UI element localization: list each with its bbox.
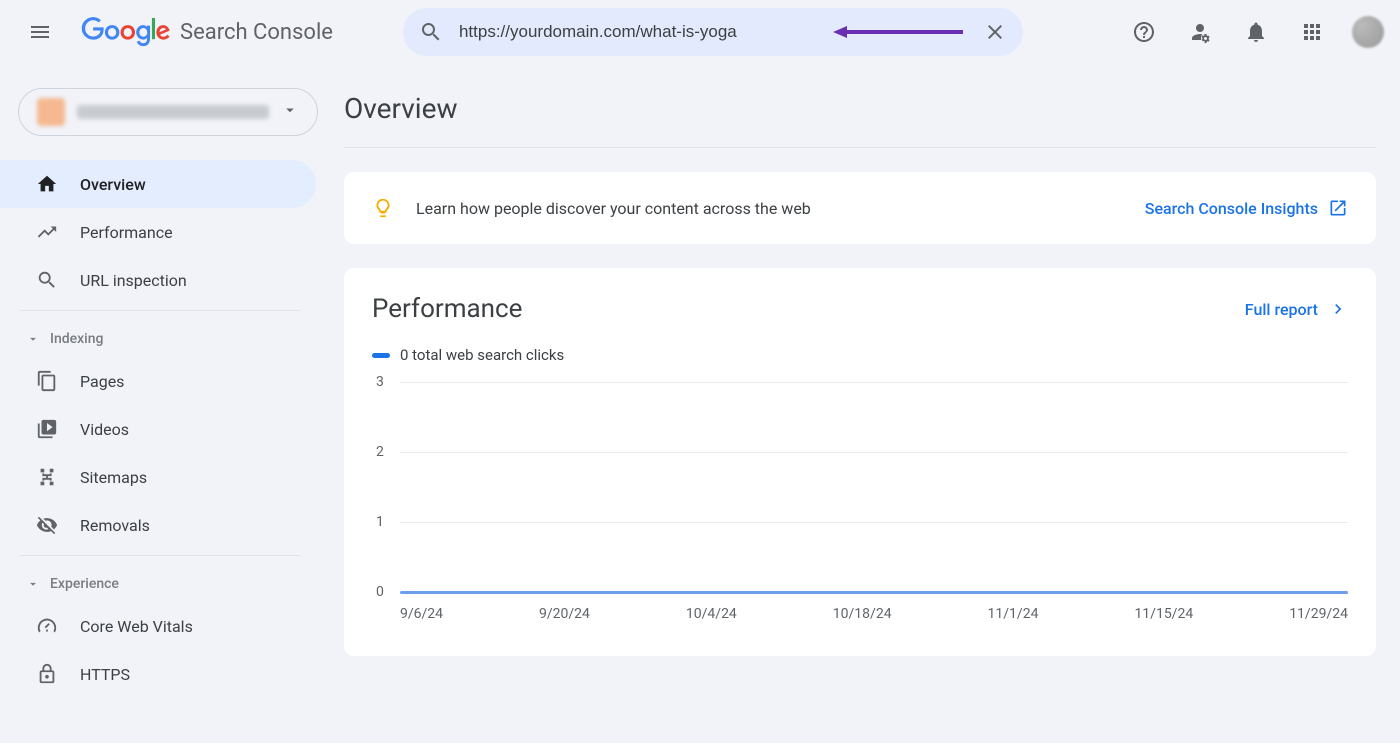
insights-text: Learn how people discover your content a… <box>416 199 811 218</box>
nav-label: URL inspection <box>80 271 187 290</box>
notifications-button[interactable] <box>1232 8 1280 56</box>
performance-card: Performance Full report 0 total web sear… <box>344 268 1376 656</box>
chart-y-tick: 2 <box>376 444 384 460</box>
property-favicon <box>37 98 65 126</box>
performance-chart: 0123 9/6/249/20/2410/4/2410/18/2411/1/24… <box>372 382 1348 622</box>
nav-removals[interactable]: Removals <box>0 501 316 549</box>
chart-x-tick: 11/29/24 <box>1289 606 1348 622</box>
gauge-icon <box>36 615 58 637</box>
chart-legend: 0 total web search clicks <box>372 346 1348 364</box>
chevron-down-icon <box>26 332 40 346</box>
chevron-down-icon <box>26 577 40 591</box>
nav-url-inspection[interactable]: URL inspection <box>0 256 316 304</box>
link-label: Search Console Insights <box>1145 199 1318 218</box>
nav-label: Pages <box>80 372 124 391</box>
chart-data-line <box>400 591 1348 594</box>
nav-sitemaps[interactable]: Sitemaps <box>0 453 316 501</box>
lock-icon <box>36 663 58 685</box>
legend-text: 0 total web search clicks <box>400 346 564 364</box>
chart-y-tick: 3 <box>376 374 384 390</box>
nav-overview[interactable]: Overview <box>0 160 316 208</box>
open-in-new-icon <box>1328 198 1348 218</box>
nav-label: Videos <box>80 420 129 439</box>
app-logo: Search Console <box>80 17 333 47</box>
app-name: Search Console <box>180 20 333 45</box>
chart-x-tick: 9/6/24 <box>400 606 443 622</box>
google-apps-button[interactable] <box>1288 8 1336 56</box>
nav-label: Core Web Vitals <box>80 617 193 636</box>
chart-x-tick: 9/20/24 <box>539 606 590 622</box>
user-settings-button[interactable] <box>1176 8 1224 56</box>
nav-label: HTTPS <box>80 665 130 684</box>
link-label: Full report <box>1245 300 1318 319</box>
divider <box>20 310 300 311</box>
full-report-link[interactable]: Full report <box>1245 299 1348 319</box>
chevron-right-icon <box>1328 299 1348 319</box>
profile-avatar[interactable] <box>1352 16 1384 48</box>
chart-x-tick: 10/18/24 <box>833 606 892 622</box>
insights-card: Learn how people discover your content a… <box>344 172 1376 244</box>
divider <box>20 555 300 556</box>
nav-label: Removals <box>80 516 150 535</box>
search-icon <box>419 20 443 44</box>
pages-icon <box>36 370 58 392</box>
nav-section-experience[interactable]: Experience <box>0 562 320 602</box>
home-icon <box>36 173 58 195</box>
chart-x-tick: 11/15/24 <box>1134 606 1193 622</box>
chevron-down-icon <box>281 101 299 123</box>
legend-swatch <box>372 353 390 358</box>
search-console-insights-link[interactable]: Search Console Insights <box>1145 198 1348 218</box>
section-label: Experience <box>50 576 119 592</box>
page-title: Overview <box>344 92 1376 148</box>
nav-label: Sitemaps <box>80 468 147 487</box>
nav-videos[interactable]: Videos <box>0 405 316 453</box>
hamburger-menu-button[interactable] <box>16 8 64 56</box>
visibility-off-icon <box>36 514 58 536</box>
nav-performance[interactable]: Performance <box>0 208 316 256</box>
property-name-redacted <box>77 105 269 119</box>
nav-label: Performance <box>80 223 173 242</box>
user-settings-icon <box>1188 20 1212 44</box>
url-search-input[interactable] <box>459 22 967 42</box>
apps-grid-icon <box>1300 20 1324 44</box>
nav-pages[interactable]: Pages <box>0 357 316 405</box>
hamburger-icon <box>28 20 52 44</box>
property-selector[interactable] <box>18 88 318 136</box>
google-logo-icon <box>80 17 172 47</box>
url-search-bar[interactable] <box>403 8 1023 56</box>
clear-search-button[interactable] <box>983 20 1007 44</box>
chart-y-tick: 0 <box>376 584 384 600</box>
nav-label: Overview <box>80 175 146 194</box>
section-label: Indexing <box>50 331 103 347</box>
video-icon <box>36 418 58 440</box>
chart-x-axis: 9/6/24 9/20/24 10/4/24 10/18/24 11/1/24 11/15… <box>400 606 1348 622</box>
chart-x-tick: 11/1/24 <box>988 606 1039 622</box>
help-button[interactable] <box>1120 8 1168 56</box>
bell-icon <box>1244 20 1268 44</box>
help-icon <box>1132 20 1156 44</box>
lightbulb-icon <box>372 197 394 219</box>
nav-https[interactable]: HTTPS <box>0 650 316 698</box>
sidebar: Overview Performance URL inspection Inde… <box>0 64 320 698</box>
chart-x-tick: 10/4/24 <box>686 606 737 622</box>
sitemap-icon <box>36 466 58 488</box>
chart-y-tick: 1 <box>376 514 384 530</box>
search-icon <box>36 269 58 291</box>
nav-section-indexing[interactable]: Indexing <box>0 317 320 357</box>
performance-card-title: Performance <box>372 294 522 324</box>
nav-core-web-vitals[interactable]: Core Web Vitals <box>0 602 316 650</box>
trending-icon <box>36 221 58 243</box>
